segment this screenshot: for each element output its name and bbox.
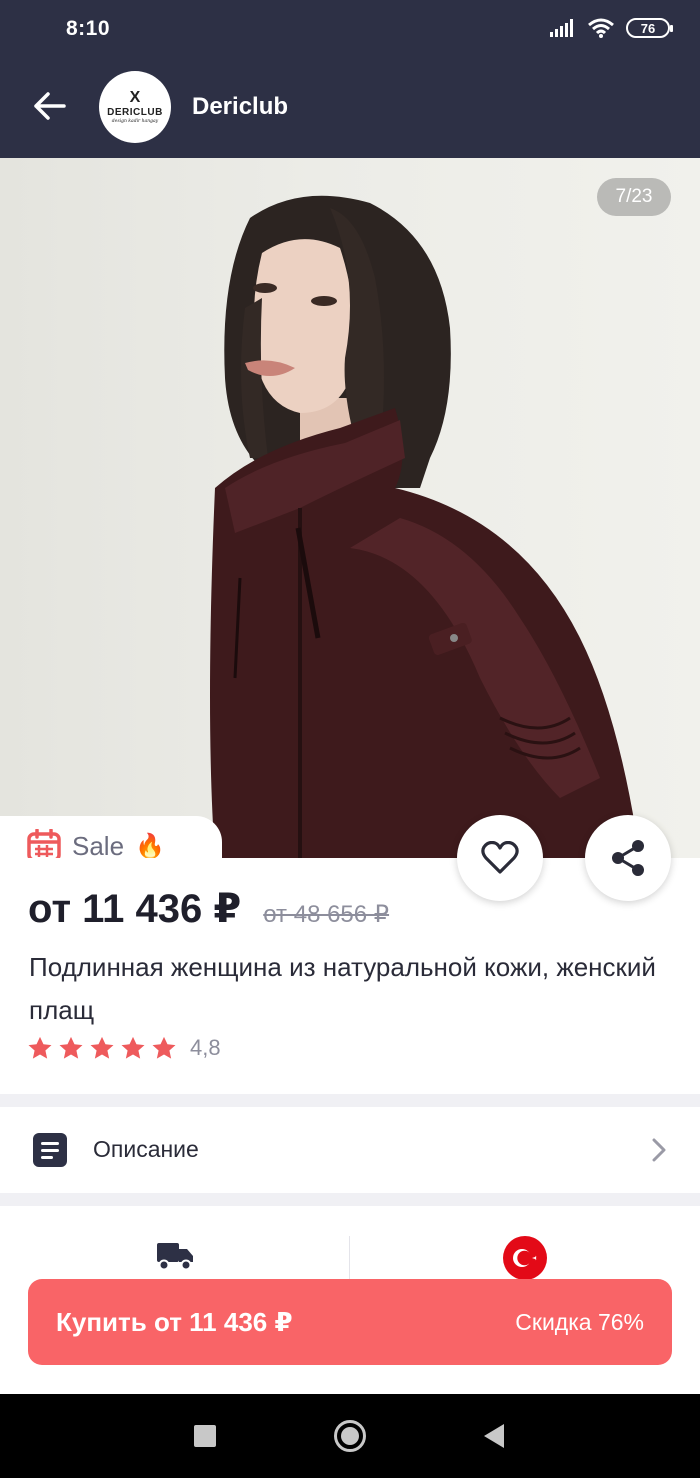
fire-icon: 🔥 <box>135 832 165 860</box>
logo-tagline: design kadir hangay <box>111 118 159 124</box>
logo-wordmark: DERICLUB <box>107 106 163 118</box>
star-icon <box>121 1036 145 1059</box>
system-back-button[interactable] <box>484 1424 504 1448</box>
share-icon <box>612 840 644 876</box>
star-icon <box>28 1036 52 1059</box>
status-icons: 76 <box>550 18 673 38</box>
buy-button[interactable]: Купить от 11 436 ₽ Скидка 76% <box>28 1279 672 1365</box>
turkey-flag-icon <box>503 1236 547 1280</box>
image-counter: 7/23 <box>597 178 671 216</box>
star-icon <box>152 1036 176 1059</box>
product-title: Подлинная женщина из натуральной кожи, ж… <box>29 952 656 1025</box>
current-price: от 11 436 ₽ <box>28 887 242 931</box>
discount-label: Скидка 76% <box>515 1308 644 1335</box>
battery-indicator: 76 <box>626 18 673 38</box>
star-icon <box>59 1036 83 1059</box>
status-time: 8:10 <box>66 17 111 40</box>
heart-icon <box>481 841 519 874</box>
rating-stars <box>27 1036 177 1061</box>
rating-value: 4,8 <box>190 1035 221 1060</box>
product-photo <box>210 195 640 858</box>
product-image[interactable]: 7/23 <box>0 158 700 858</box>
star-icon <box>90 1036 114 1059</box>
description-label: Описание <box>93 1136 199 1162</box>
rating-row[interactable]: 4,8 <box>27 1035 221 1061</box>
sale-label: Sale <box>72 830 125 861</box>
old-price: от 48 656 ₽ <box>263 901 390 928</box>
buy-button-label: Купить от 11 436 ₽ <box>56 1306 293 1337</box>
system-nav-bar <box>0 1394 700 1478</box>
section-divider <box>0 1193 700 1206</box>
chevron-right-icon <box>652 1138 666 1162</box>
price-row: от 11 436 ₽ от 48 656 ₽ <box>28 886 389 932</box>
section-divider <box>0 1094 700 1107</box>
store-name[interactable]: Dericlub <box>192 93 288 121</box>
delivery-truck-icon <box>157 1243 193 1271</box>
home-button[interactable] <box>334 1420 366 1452</box>
logo-mark: X <box>129 88 141 106</box>
description-row[interactable]: Описание <box>0 1107 700 1193</box>
wifi-icon <box>588 18 614 38</box>
recent-apps-button[interactable] <box>194 1425 216 1447</box>
document-icon <box>33 1133 67 1167</box>
signal-icon <box>550 19 573 37</box>
arrow-left-icon <box>34 92 66 120</box>
favorite-button[interactable] <box>457 815 543 901</box>
store-logo[interactable]: X DERICLUB design kadir hangay <box>99 71 171 143</box>
share-button[interactable] <box>585 815 671 901</box>
battery-level: 76 <box>640 20 656 36</box>
status-bar: 8:10 76 <box>0 0 700 62</box>
back-button[interactable] <box>30 86 70 126</box>
app-header: X DERICLUB design kadir hangay Dericlub <box>0 62 700 158</box>
